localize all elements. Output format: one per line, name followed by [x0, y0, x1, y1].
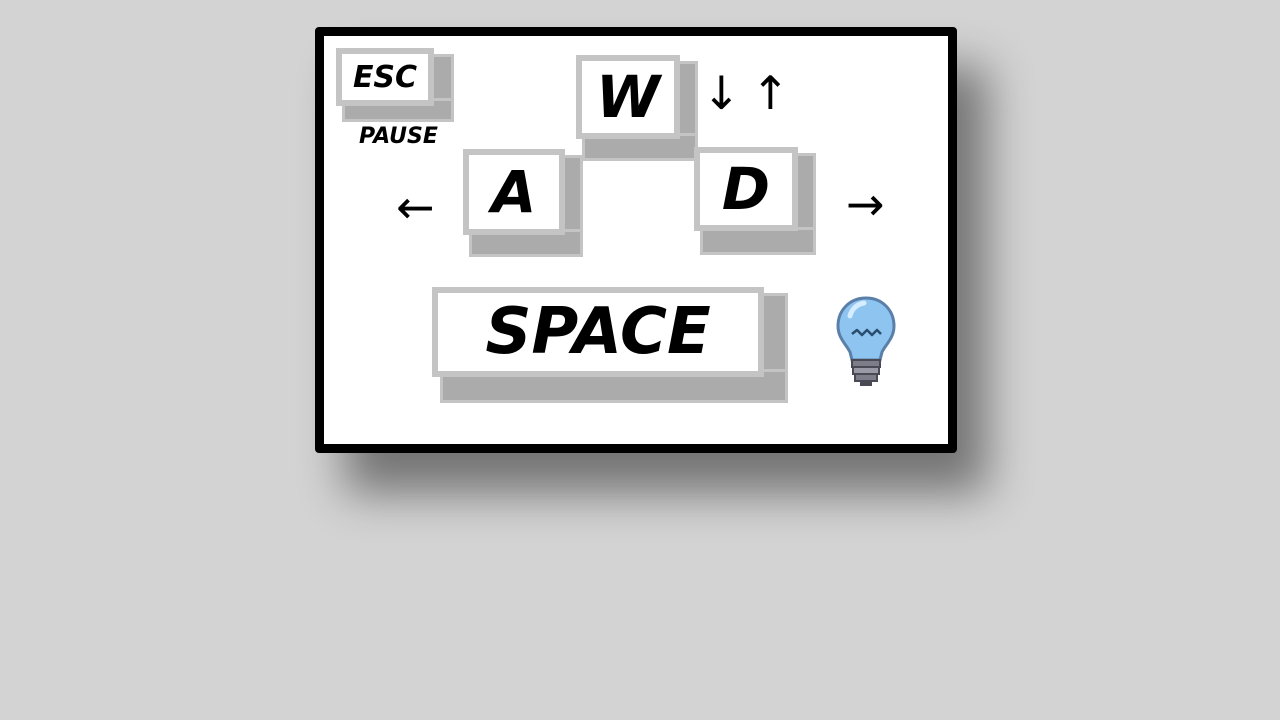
up-arrow: ↑: [751, 66, 790, 120]
pause-label: PAUSE: [359, 124, 438, 149]
screen: ESC PAUSE W ↓ ↑ A ← D → SPACE: [0, 0, 1280, 720]
lightbulb-icon[interactable]: [832, 294, 900, 390]
controls-panel: ESC PAUSE W ↓ ↑ A ← D → SPACE: [315, 27, 957, 453]
a-key: A: [463, 149, 587, 257]
d-key-label: D: [721, 155, 771, 223]
d-key: D: [694, 147, 818, 255]
space-key-label: SPACE: [485, 295, 711, 369]
w-key-label: W: [596, 63, 660, 131]
a-key-label: A: [491, 158, 537, 226]
esc-key-label: ESC: [352, 59, 418, 95]
down-arrow: ↓: [702, 66, 741, 120]
w-key: W: [576, 55, 700, 161]
left-arrow: ←: [396, 180, 435, 234]
right-arrow: →: [846, 177, 885, 231]
esc-key: ESC: [336, 48, 460, 122]
space-key: SPACE: [432, 287, 792, 405]
